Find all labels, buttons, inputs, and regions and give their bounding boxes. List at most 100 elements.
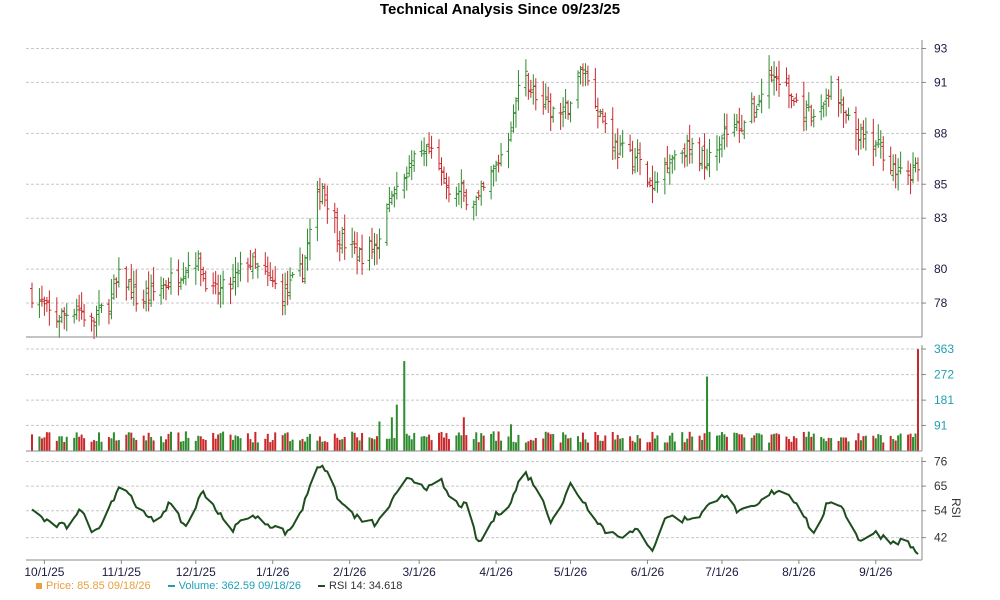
price-bar xyxy=(533,78,538,111)
price-bar xyxy=(459,169,464,209)
volume-bar xyxy=(673,441,676,451)
volume-bar xyxy=(356,437,359,451)
volume-bar xyxy=(410,439,413,451)
volume-bar xyxy=(145,440,148,451)
volume-bar xyxy=(222,431,225,451)
volume-bar xyxy=(75,432,78,451)
legend-price: Price: 85.85 09/18/26 xyxy=(36,580,151,592)
volume-tick-label: 91 xyxy=(934,418,948,432)
price-bar xyxy=(566,100,571,120)
volume-bar xyxy=(284,433,287,451)
price-bar xyxy=(846,107,851,121)
volume-bar xyxy=(58,436,61,451)
volume-bar xyxy=(152,440,155,451)
volume-bar xyxy=(460,435,463,451)
volume-bar xyxy=(179,441,182,451)
volume-bar xyxy=(395,404,398,451)
volume-bar xyxy=(150,436,153,451)
volume-bar xyxy=(271,440,274,451)
price-bar xyxy=(288,267,293,300)
volume-bar xyxy=(653,438,656,451)
volume-bar xyxy=(393,438,396,451)
volume-bar xyxy=(879,435,882,451)
grid-lines xyxy=(26,47,922,539)
price-bar xyxy=(394,171,399,200)
volume-bar xyxy=(735,432,738,451)
rsi-tick-label: 42 xyxy=(934,531,948,545)
volume-bar xyxy=(576,436,579,451)
volume-bar xyxy=(291,439,294,451)
price-bar xyxy=(116,257,121,288)
volume-bar xyxy=(822,438,825,451)
price-bar xyxy=(546,86,551,113)
volume-bar xyxy=(909,433,912,451)
volume-bar xyxy=(877,434,880,451)
volume-bar xyxy=(686,438,689,451)
price-bar xyxy=(613,133,618,160)
volume-bar xyxy=(753,435,756,451)
price-bar xyxy=(126,279,131,291)
price-bar xyxy=(618,135,623,156)
price-bar xyxy=(543,83,548,110)
price-bar xyxy=(784,67,789,87)
price-bar xyxy=(30,282,34,308)
volume-bar xyxy=(90,441,93,451)
legend: Price: 85.85 09/18/26 Volume: 362.59 09/… xyxy=(36,580,416,592)
volume-bar xyxy=(162,442,165,451)
volume-bar xyxy=(194,440,197,451)
volume-bar xyxy=(534,437,537,451)
price-bar xyxy=(707,139,712,178)
volume-bar xyxy=(740,434,743,451)
volume-bar xyxy=(177,432,180,451)
volume-bar xyxy=(594,432,597,451)
volume-bar xyxy=(110,438,113,451)
x-tick-label: 4/1/26 xyxy=(479,565,513,579)
volume-bar xyxy=(490,433,493,451)
volume-bar xyxy=(864,435,867,451)
volume-bar xyxy=(371,438,374,451)
price-bars xyxy=(30,55,920,340)
volume-bar xyxy=(236,436,239,451)
volume-bar xyxy=(336,437,339,451)
volume-bar xyxy=(438,432,441,451)
volume-bar xyxy=(130,432,133,451)
volume-bar xyxy=(43,437,46,451)
volume-bar xyxy=(792,436,795,451)
volume-bar xyxy=(778,434,781,451)
volume-bar xyxy=(217,434,220,451)
volume-bar xyxy=(847,441,850,451)
volume-bar xyxy=(497,431,500,451)
volume-bar xyxy=(232,439,235,451)
volume-bar xyxy=(562,432,565,451)
volume-bar xyxy=(420,436,423,451)
volume-bar xyxy=(544,431,547,451)
volume-bar xyxy=(512,441,515,451)
volume-bar xyxy=(269,442,272,451)
volume-bar xyxy=(323,441,326,451)
price-bar xyxy=(57,314,62,338)
price-bar xyxy=(861,120,866,149)
price-bar xyxy=(759,78,764,114)
volume-bar xyxy=(204,439,207,451)
price-bar xyxy=(551,106,556,123)
volume-bar xyxy=(872,435,875,451)
price-bar xyxy=(672,150,677,171)
price-bar xyxy=(563,88,568,119)
volume-bar xyxy=(301,438,304,451)
volume-bar xyxy=(447,439,450,451)
price-bar xyxy=(896,158,901,191)
price-bar xyxy=(871,118,876,166)
price-bar xyxy=(680,149,685,164)
volume-bar xyxy=(390,417,393,451)
volume-bar xyxy=(472,439,475,451)
price-bar xyxy=(79,292,84,320)
volume-bar xyxy=(214,438,217,451)
volume-bar xyxy=(509,424,512,451)
volume-bar xyxy=(743,437,746,451)
price-bar xyxy=(228,277,233,305)
price-bar xyxy=(464,189,469,211)
volume-bar xyxy=(738,434,741,451)
price-bar xyxy=(213,271,218,295)
volume-bar xyxy=(281,435,284,451)
volume-bar xyxy=(830,438,833,451)
